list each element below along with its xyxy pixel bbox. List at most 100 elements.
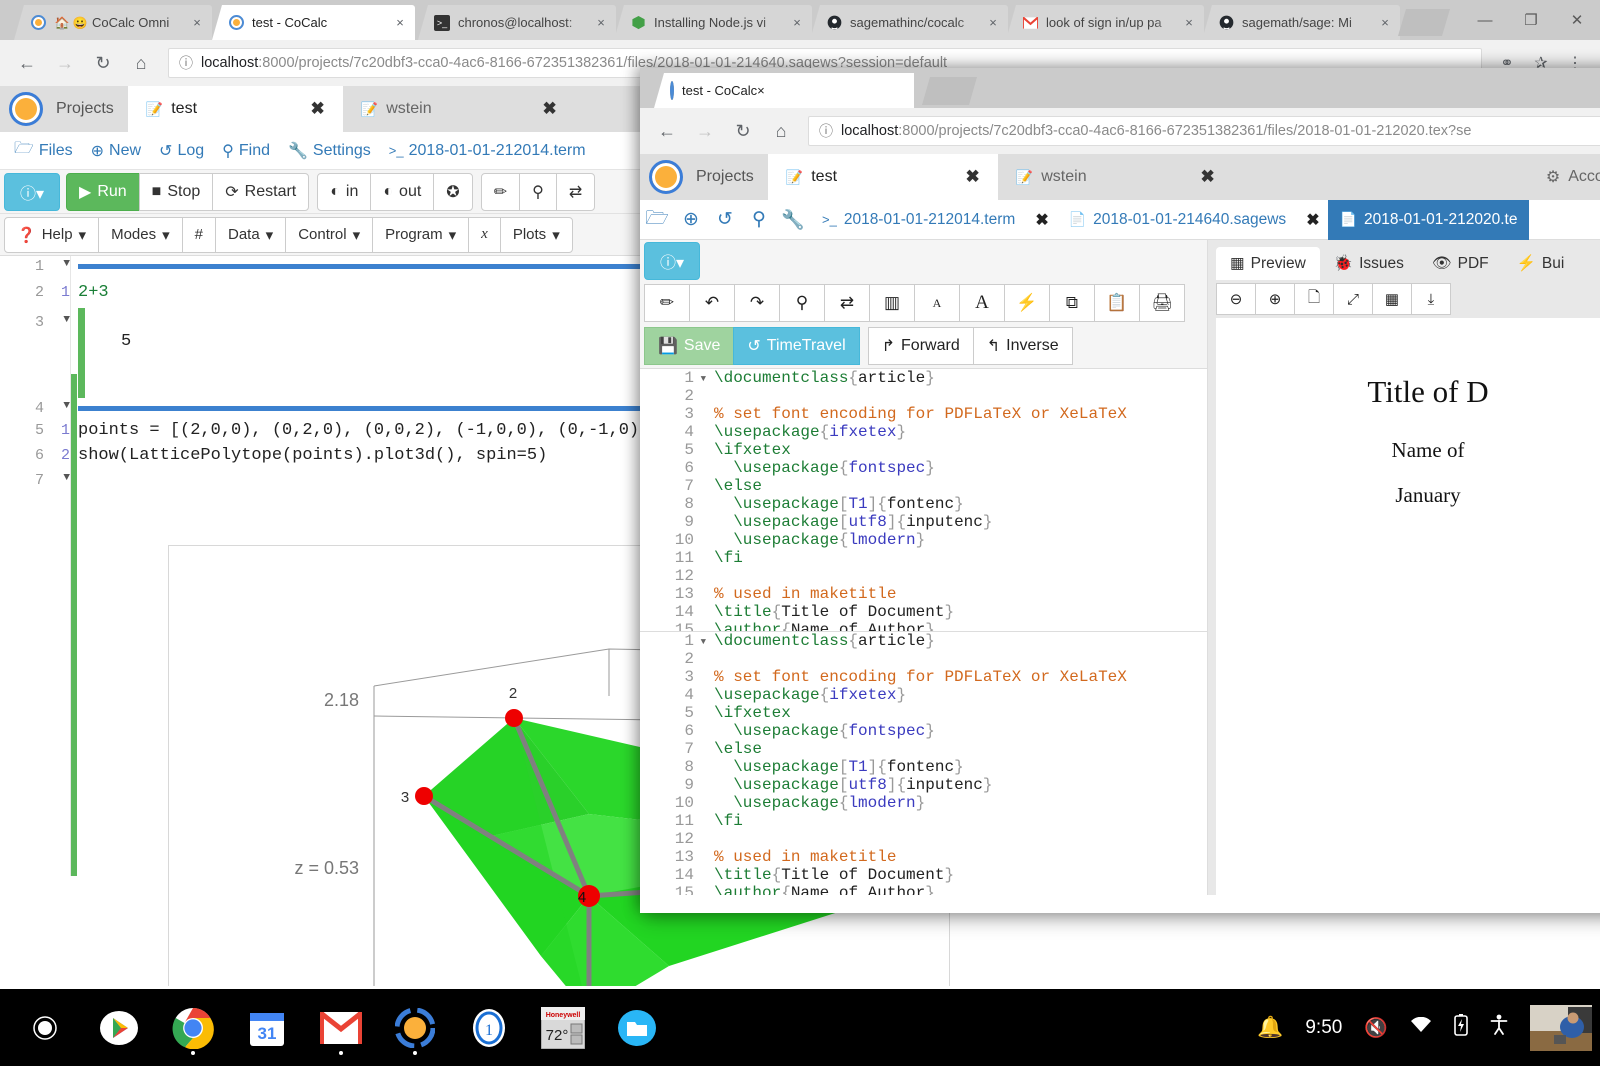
zoom-in-icon[interactable]: ⊕ <box>1255 283 1295 315</box>
front-new-tab-button[interactable] <box>922 77 977 105</box>
delete-output-button[interactable]: ✪ <box>433 173 472 211</box>
tab-pdf[interactable]: 👁 PDF <box>1418 247 1503 280</box>
plots-menu[interactable]: Plots▾ <box>500 217 573 253</box>
fold-caret-icon[interactable]: ▼ <box>701 370 706 388</box>
increase-font-icon[interactable]: A <box>959 284 1005 322</box>
browser-tab-5[interactable]: look of sign in/up pa × <box>1006 5 1204 40</box>
latex-info-dropdown-button[interactable]: ⓘ▾ <box>644 242 700 280</box>
battery-charging-icon[interactable] <box>1454 1014 1468 1041</box>
code-text[interactable]: \usepackage{lmodern} <box>698 794 925 812</box>
code-text[interactable]: \else <box>698 477 762 495</box>
cell-code[interactable]: 2+3 <box>78 283 109 302</box>
tab-close-icon[interactable]: × <box>984 14 1002 32</box>
code-text[interactable] <box>698 567 724 585</box>
code-text[interactable]: \usepackage[T1]{fontenc} <box>698 495 964 513</box>
file-tab-term[interactable]: >_ 2018-01-01-212014.term <box>810 200 1027 240</box>
fold-caret-icon[interactable]: ▼ <box>54 258 70 275</box>
timetravel-button[interactable]: ↺ TimeTravel <box>733 327 859 365</box>
files-icon[interactable] <box>600 989 674 1066</box>
files-button[interactable]: 🗁 Files <box>6 135 81 166</box>
file-tab-close-icon[interactable]: ✖ <box>1027 210 1056 230</box>
tab-close-icon[interactable]: × <box>391 14 409 32</box>
browser-tab-6[interactable]: sagemath/sage: Mi × <box>1202 5 1400 40</box>
info-dropdown-button[interactable]: ⓘ▾ <box>4 173 60 211</box>
chrome-icon[interactable] <box>156 989 230 1066</box>
forward-icon[interactable]: → <box>46 44 84 82</box>
grid-icon[interactable]: ▦ <box>1372 283 1412 315</box>
stop-button[interactable]: ■ Stop <box>139 173 214 211</box>
wrench-icon[interactable]: 🔧 <box>776 208 810 232</box>
code-text[interactable]: \else <box>698 740 762 758</box>
math-menu[interactable]: x <box>468 217 501 253</box>
page-icon[interactable]: 🗋 <box>1294 283 1334 315</box>
cocalc-icon[interactable] <box>378 989 452 1066</box>
page-info-icon[interactable]: ⓘ <box>179 53 193 73</box>
decrease-font-icon[interactable]: A <box>914 284 960 322</box>
code-text[interactable]: \usepackage[utf8]{inputenc} <box>698 513 992 531</box>
back-icon[interactable]: ← <box>648 112 686 150</box>
browser-tab-2[interactable]: >_ chronos@localhost: × <box>418 5 616 40</box>
code-text[interactable]: \ifxetex <box>698 704 791 722</box>
cell-code[interactable]: points = [(2,0,0), (0,2,0), (0,0,2), (-1… <box>78 421 649 440</box>
code-text[interactable] <box>698 830 724 848</box>
code-text[interactable]: % used in maketitle <box>698 848 896 866</box>
file-tab-close-icon[interactable]: ✖ <box>1298 210 1327 230</box>
tab-close-icon[interactable]: × <box>592 14 610 32</box>
data-menu[interactable]: Data▾ <box>215 217 286 253</box>
play-store-icon[interactable] <box>82 989 156 1066</box>
code-text[interactable]: \usepackage{fontspec} <box>698 459 935 477</box>
calendar-icon[interactable]: 31 <box>230 989 304 1066</box>
tab-close-icon[interactable]: × <box>757 83 765 98</box>
browser-tab-3[interactable]: Installing Node.js vi × <box>614 5 812 40</box>
code-text[interactable]: \title{Title of Document} <box>698 866 954 884</box>
code-text[interactable]: \usepackage{lmodern} <box>698 531 925 549</box>
fullscreen-icon[interactable]: ⤢ <box>1333 283 1373 315</box>
project-tab-close-icon[interactable]: ✖ <box>966 167 980 187</box>
format-button[interactable]: ✏ <box>481 173 520 211</box>
browser-tab-0[interactable]: 🏠 😀 CoCalc Omni × <box>14 5 212 40</box>
code-text[interactable]: \documentclass{article} <box>698 632 935 650</box>
code-text[interactable]: \usepackage[T1]{fontenc} <box>698 758 964 776</box>
code-text[interactable]: \fi <box>698 812 743 830</box>
volume-mute-icon[interactable]: 🔇 <box>1364 1016 1388 1040</box>
new-button[interactable]: ⊕ New <box>83 139 149 163</box>
program-menu[interactable]: Program▾ <box>372 217 469 253</box>
modes-menu[interactable]: Modes▾ <box>98 217 183 253</box>
maximize-icon[interactable]: ❐ <box>1508 0 1554 40</box>
reload-icon[interactable]: ↻ <box>724 112 762 150</box>
forward-search-button[interactable]: ↱ Forward <box>868 327 974 365</box>
tab-close-icon[interactable]: × <box>1180 14 1198 32</box>
search-icon[interactable]: ⚲ <box>779 284 825 322</box>
wifi-icon[interactable] <box>1410 1017 1432 1039</box>
home-icon[interactable]: ⌂ <box>762 112 800 150</box>
code-text[interactable]: % used in maketitle <box>698 585 896 603</box>
magic-wand-icon[interactable]: ✏ <box>644 284 690 322</box>
project-tab-close-icon[interactable]: ✖ <box>543 99 557 119</box>
fold-caret-icon[interactable]: ▼ <box>701 633 706 651</box>
help-menu[interactable]: ❓ Help▾ <box>4 217 99 253</box>
new-tab-button[interactable] <box>1398 9 1450 36</box>
user-avatar[interactable] <box>1530 1005 1592 1051</box>
code-text[interactable] <box>698 650 724 668</box>
front-browser-tab[interactable]: test - CoCalc × <box>654 73 914 108</box>
page-info-icon[interactable]: ⓘ <box>819 121 833 141</box>
tab-close-icon[interactable]: × <box>188 14 206 32</box>
paste-icon[interactable]: 📋 <box>1094 284 1140 322</box>
code-text[interactable]: \usepackage{fontspec} <box>698 722 935 740</box>
close-window-icon[interactable]: ✕ <box>1554 0 1600 40</box>
code-text[interactable]: \ifxetex <box>698 441 791 459</box>
redo-icon[interactable]: ↷ <box>734 284 780 322</box>
code-text[interactable]: \documentclass{article} <box>698 369 935 387</box>
tab-close-icon[interactable]: × <box>788 14 806 32</box>
restart-button[interactable]: ⟳ Restart <box>212 173 309 211</box>
reload-icon[interactable]: ↻ <box>84 44 122 82</box>
back-icon[interactable]: ← <box>8 44 46 82</box>
log-button[interactable]: ↺ Log <box>151 139 212 163</box>
file-tab-tex[interactable]: 📄 2018-01-01-212020.te <box>1328 200 1530 240</box>
bell-icon[interactable]: 🔔 <box>1257 1016 1283 1040</box>
save-button[interactable]: 💾 Save <box>644 327 734 365</box>
fold-caret-icon[interactable]: ▼ <box>54 472 70 489</box>
split-columns-icon[interactable]: ▥ <box>869 284 915 322</box>
code-text[interactable]: \usepackage{ifxetex} <box>698 686 906 704</box>
project-tab-close-icon[interactable]: ✖ <box>311 99 325 119</box>
